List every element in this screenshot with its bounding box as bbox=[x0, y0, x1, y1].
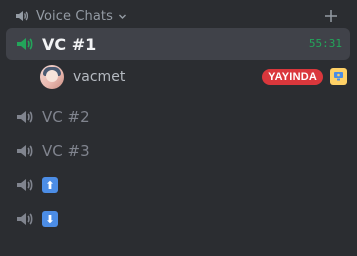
channel-vc-3[interactable]: VC #3 bbox=[6, 135, 350, 167]
member-username: vacmet bbox=[73, 69, 126, 85]
call-timer: 55:31 bbox=[308, 37, 342, 50]
screen-share-icon[interactable] bbox=[330, 68, 347, 85]
live-badge: YAYINDA bbox=[262, 69, 323, 85]
down-arrow-emoji: ⬇ bbox=[42, 211, 58, 227]
up-arrow-emoji: ⬆ bbox=[42, 177, 58, 193]
avatar bbox=[40, 65, 64, 89]
speaker-icon bbox=[14, 8, 30, 24]
speaker-icon bbox=[15, 34, 35, 54]
channel-name: VC #3 bbox=[42, 142, 90, 160]
voice-member-vacmet[interactable]: vacmet YAYINDA bbox=[40, 64, 349, 90]
category-title: Voice Chats bbox=[36, 8, 113, 24]
channel-up-arrow[interactable]: ⬆ bbox=[6, 169, 350, 201]
channel-name: VC #1 bbox=[42, 34, 97, 54]
speaker-icon bbox=[15, 141, 35, 161]
channel-vc-2[interactable]: VC #2 bbox=[6, 101, 350, 133]
speaker-icon bbox=[15, 175, 35, 195]
category-header[interactable]: Voice Chats bbox=[14, 6, 347, 26]
voice-channel-list: Voice Chats VC #1 55:31 vacmet YAYINDA V… bbox=[0, 0, 357, 256]
add-channel-button[interactable] bbox=[321, 6, 341, 26]
channel-down-arrow[interactable]: ⬇ bbox=[6, 203, 350, 235]
channel-name: VC #2 bbox=[42, 108, 90, 126]
speaker-icon bbox=[15, 107, 35, 127]
speaker-icon bbox=[15, 209, 35, 229]
plus-icon bbox=[325, 10, 337, 22]
chevron-down-icon bbox=[118, 12, 127, 21]
channel-vc-1[interactable]: VC #1 55:31 bbox=[6, 28, 350, 60]
